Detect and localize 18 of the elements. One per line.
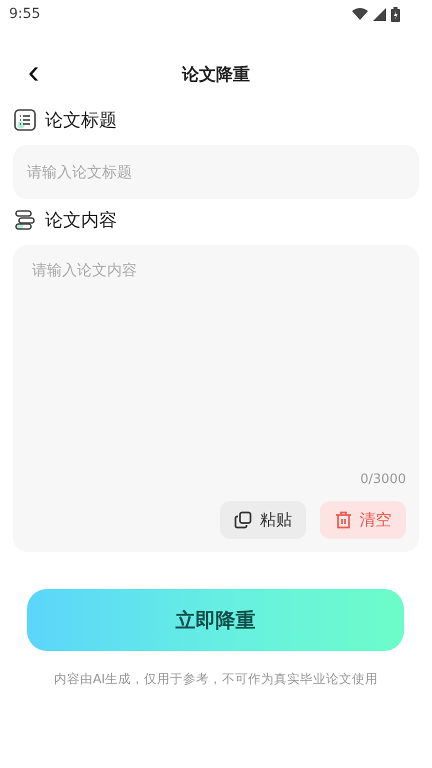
title-input[interactable]: 请输入论文标题 (13, 145, 419, 199)
submit-button[interactable]: 立即降重 (27, 589, 404, 651)
trash-icon (334, 511, 352, 529)
back-button[interactable]: ‹ (24, 55, 44, 89)
wifi-icon (352, 8, 368, 20)
list-icon (14, 109, 36, 131)
layers-icon (14, 209, 36, 231)
section-label: 论文内容 (45, 209, 117, 232)
page-title: 论文降重 (182, 64, 250, 86)
character-counter: 0/3000 (360, 472, 406, 487)
paste-button[interactable]: 粘贴 (220, 501, 306, 539)
signal-icon (373, 8, 386, 20)
disclaimer-text: 内容由AI生成，仅用于参考，不可作为真实毕业论文使用 (52, 671, 380, 688)
copy-icon (234, 511, 252, 529)
content-field[interactable]: 请输入论文内容 0/3000 粘贴 清空 (13, 245, 419, 552)
section-label: 论文标题 (45, 109, 117, 132)
battery-icon (391, 6, 400, 22)
status-time: 9:55 (9, 6, 40, 22)
